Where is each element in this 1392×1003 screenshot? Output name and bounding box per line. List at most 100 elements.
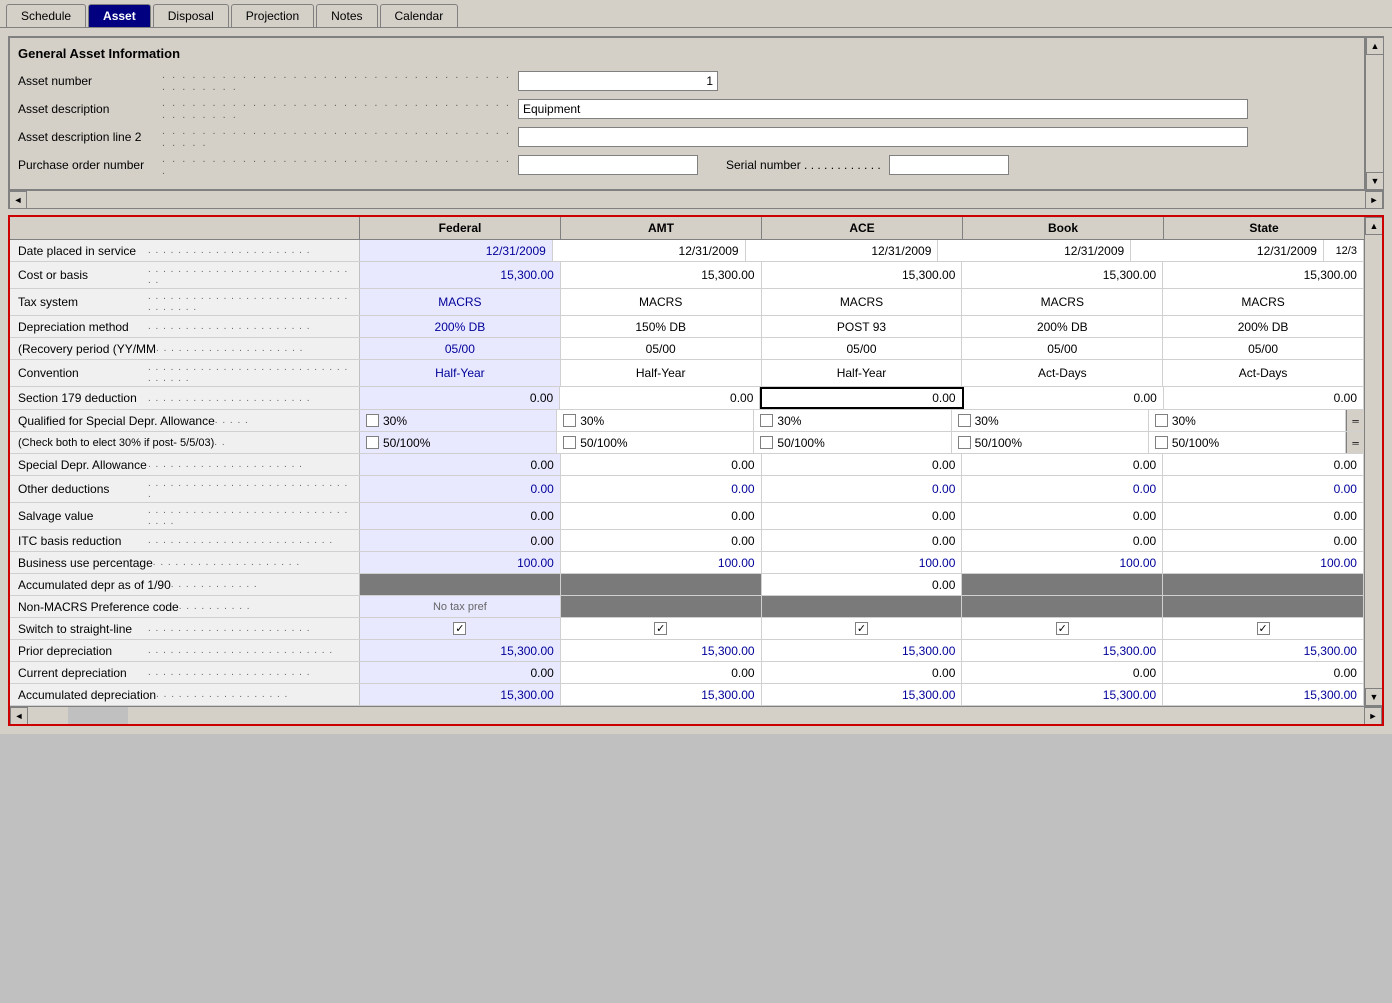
cell-accumtotal-book[interactable]: 15,300.00 [962,684,1163,705]
cell-both-federal[interactable]: 50/100% [360,432,557,453]
cell-curr-state[interactable]: 0.00 [1163,662,1364,683]
cell-itc-state[interactable]: 0.00 [1163,530,1364,551]
cell-recovery-federal[interactable]: 05/00 [360,338,561,359]
checkbox-both-book[interactable] [958,436,971,449]
cell-conv-book[interactable]: Act-Days [962,360,1163,386]
cell-conv-state[interactable]: Act-Days [1163,360,1364,386]
checkbox-both-ace[interactable] [760,436,773,449]
tab-notes[interactable]: Notes [316,4,377,27]
cell-179-federal[interactable]: 0.00 [360,387,560,409]
cell-both-state[interactable]: 50/100% [1149,432,1346,453]
cell-method-book[interactable]: 200% DB [962,316,1163,337]
cell-both-book[interactable]: 50/100% [952,432,1149,453]
cell-qual-state[interactable]: 30% [1149,410,1346,431]
cell-accumtotal-state[interactable]: 15,300.00 [1163,684,1364,705]
cell-cost-ace[interactable]: 15,300.00 [762,262,963,288]
checkbox-sl-amt[interactable]: ✓ [654,622,667,635]
cell-method-amt[interactable]: 150% DB [561,316,762,337]
cell-bus-amt[interactable]: 100.00 [561,552,762,573]
asset-description-input[interactable] [518,99,1248,119]
cell-other-federal[interactable]: 0.00 [360,476,561,502]
cell-sl-federal[interactable]: ✓ [360,618,561,639]
cell-method-state[interactable]: 200% DB [1163,316,1364,337]
cell-date-extra[interactable]: 12/3 [1324,240,1364,261]
cell-itc-ace[interactable]: 0.00 [762,530,963,551]
checkbox-sl-federal[interactable]: ✓ [453,622,466,635]
cell-qual-amt[interactable]: 30% [557,410,754,431]
cell-qual-book[interactable]: 30% [952,410,1149,431]
cell-itc-amt[interactable]: 0.00 [561,530,762,551]
cell-sl-amt[interactable]: ✓ [561,618,762,639]
cell-salvage-amt[interactable]: 0.00 [561,503,762,529]
checkbox-qual-state[interactable] [1155,414,1168,427]
depr-hscroll-left[interactable]: ◄ [10,707,28,725]
cell-prior-book[interactable]: 15,300.00 [962,640,1163,661]
cell-tax-amt[interactable]: MACRS [561,289,762,315]
cell-179-ace[interactable]: 0.00 [760,387,963,409]
cell-sda-ace[interactable]: 0.00 [762,454,963,475]
cell-other-book[interactable]: 0.00 [962,476,1163,502]
cell-salvage-book[interactable]: 0.00 [962,503,1163,529]
depr-vscroll-up[interactable]: ▲ [1365,217,1383,235]
cell-date-book[interactable]: 12/31/2009 [938,240,1131,261]
cell-prior-state[interactable]: 15,300.00 [1163,640,1364,661]
cell-curr-book[interactable]: 0.00 [962,662,1163,683]
cell-nonmacrs-federal[interactable]: No tax pref [360,596,561,617]
depr-vscroll-down[interactable]: ▼ [1365,688,1383,706]
top-vscroll-up[interactable]: ▲ [1366,37,1384,55]
cell-conv-federal[interactable]: Half-Year [360,360,561,386]
depr-hscroll[interactable]: ◄ ► [10,706,1382,724]
checkbox-sl-state[interactable]: ✓ [1257,622,1270,635]
cell-date-ace[interactable]: 12/31/2009 [746,240,939,261]
tab-schedule[interactable]: Schedule [6,4,86,27]
checkbox-both-federal[interactable] [366,436,379,449]
tab-disposal[interactable]: Disposal [153,4,229,27]
checkbox-sl-ace[interactable]: ✓ [855,622,868,635]
cell-date-state[interactable]: 12/31/2009 [1131,240,1324,261]
cell-other-ace[interactable]: 0.00 [762,476,963,502]
cell-itc-federal[interactable]: 0.00 [360,530,561,551]
cell-179-state[interactable]: 0.00 [1164,387,1364,409]
cell-179-amt[interactable]: 0.00 [560,387,760,409]
top-hscroll-left[interactable]: ◄ [9,191,27,209]
cell-sl-state[interactable]: ✓ [1163,618,1364,639]
cell-method-ace[interactable]: POST 93 [762,316,963,337]
cell-accum-ace[interactable]: 0.00 [762,574,963,595]
cell-bus-ace[interactable]: 100.00 [762,552,963,573]
cell-sda-federal[interactable]: 0.00 [360,454,561,475]
serial-number-input[interactable] [889,155,1009,175]
cell-recovery-ace[interactable]: 05/00 [762,338,963,359]
cell-tax-ace[interactable]: MACRS [762,289,963,315]
cell-recovery-state[interactable]: 05/00 [1163,338,1364,359]
checkbox-qual-ace[interactable] [760,414,773,427]
tab-projection[interactable]: Projection [231,4,314,27]
cell-prior-federal[interactable]: 15,300.00 [360,640,561,661]
asset-number-input[interactable] [518,71,718,91]
cell-both-amt[interactable]: 50/100% [557,432,754,453]
tab-calendar[interactable]: Calendar [380,4,459,27]
cell-other-state[interactable]: 0.00 [1163,476,1364,502]
cell-cost-book[interactable]: 15,300.00 [962,262,1163,288]
tab-asset[interactable]: Asset [88,4,151,27]
cell-sda-state[interactable]: 0.00 [1163,454,1364,475]
cell-both-ace[interactable]: 50/100% [754,432,951,453]
cell-salvage-state[interactable]: 0.00 [1163,503,1364,529]
checkbox-qual-book[interactable] [958,414,971,427]
cell-date-federal[interactable]: 12/31/2009 [360,240,553,261]
checkbox-sl-book[interactable]: ✓ [1056,622,1069,635]
cell-bus-book[interactable]: 100.00 [962,552,1163,573]
cell-conv-ace[interactable]: Half-Year [762,360,963,386]
top-hscroll[interactable]: ◄ ► [9,190,1383,208]
cell-method-federal[interactable]: 200% DB [360,316,561,337]
depr-hscroll-right[interactable]: ► [1364,707,1382,725]
cell-recovery-book[interactable]: 05/00 [962,338,1163,359]
cell-tax-book[interactable]: MACRS [962,289,1163,315]
cell-itc-book[interactable]: 0.00 [962,530,1163,551]
cell-cost-amt[interactable]: 15,300.00 [561,262,762,288]
cell-bus-state[interactable]: 100.00 [1163,552,1364,573]
cell-curr-ace[interactable]: 0.00 [762,662,963,683]
checkbox-qual-amt[interactable] [563,414,576,427]
depr-vscroll[interactable]: ▲ ▼ [1364,217,1382,706]
cell-curr-federal[interactable]: 0.00 [360,662,561,683]
cell-cost-state[interactable]: 15,300.00 [1163,262,1364,288]
